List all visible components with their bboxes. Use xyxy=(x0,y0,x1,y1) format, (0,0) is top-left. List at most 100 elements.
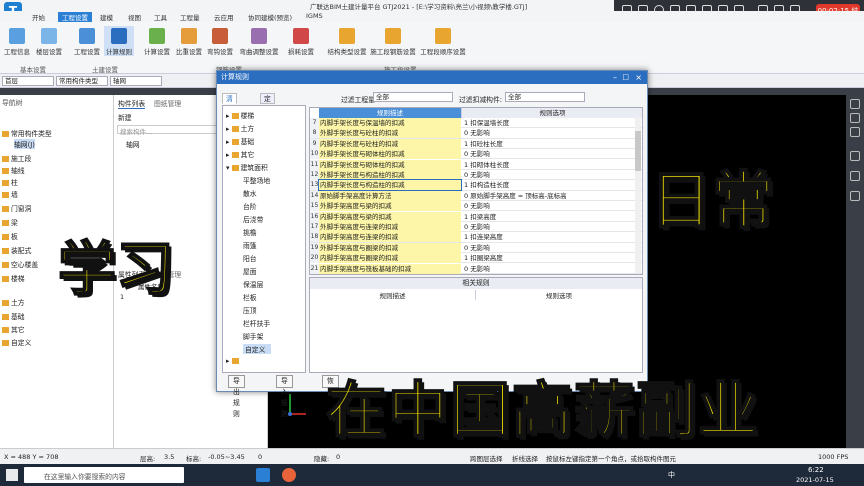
menu-project-settings[interactable]: 工程设置 xyxy=(58,12,92,22)
nav-item[interactable]: 柱 xyxy=(2,177,18,187)
layer-icon[interactable] xyxy=(850,113,860,123)
browser-app-icon[interactable] xyxy=(282,468,296,482)
nav-item[interactable]: 梁 xyxy=(2,217,18,227)
clock-date[interactable]: 2021-07-15 xyxy=(796,476,834,484)
nav-item[interactable]: 装配式 xyxy=(2,245,31,255)
close-icon[interactable]: × xyxy=(635,71,642,84)
rule-description-cell[interactable]: 内脚手架长度与砼柱的扣减 xyxy=(319,138,461,149)
rule-description-cell[interactable]: 外脚手架高度与圈梁的扣减 xyxy=(319,242,461,253)
rule-option-cell[interactable]: 0 无影响 xyxy=(462,243,632,253)
rule-option-cell[interactable]: 0 无影响 xyxy=(462,222,632,232)
rule-option-cell[interactable]: 1 扣连梁高度 xyxy=(462,232,632,242)
rule-option-cell[interactable]: 0 无影响 xyxy=(462,201,632,211)
tree-item[interactable]: 后浇带 xyxy=(243,214,263,224)
tree-item[interactable]: 保温层 xyxy=(243,279,263,289)
cross-layer-select-button[interactable]: 跨图层选择 xyxy=(470,453,503,463)
menu-start[interactable]: 开始 xyxy=(32,12,45,22)
import-rules-button[interactable]: 导入规则 xyxy=(276,375,293,418)
project-info-button[interactable]: 工程信息 xyxy=(2,26,32,56)
density-settings-button[interactable]: 比重设置 xyxy=(174,26,204,56)
rule-description-cell[interactable]: 内脚手架长度与构造柱的扣减 xyxy=(318,179,462,192)
menu-igms[interactable]: IGMS xyxy=(306,12,323,20)
tree-item[interactable]: ▸ 楼梯 xyxy=(226,110,254,120)
rule-option-cell[interactable]: 0 无影响 xyxy=(462,170,632,180)
tree-item[interactable]: 栏板 xyxy=(243,292,257,302)
rule-description-cell[interactable]: 内脚手架高度与连梁的扣减 xyxy=(319,232,461,243)
tree-item[interactable]: ▸ xyxy=(226,357,241,365)
ime-indicator[interactable]: 中 xyxy=(668,470,675,480)
tree-item[interactable]: 雨篷 xyxy=(243,240,257,250)
segment-order-button[interactable]: 工程段顺序设置 xyxy=(418,26,468,56)
nav-item[interactable]: 轴线 xyxy=(2,165,25,175)
scroll-thumb[interactable] xyxy=(635,131,641,171)
rule-description-cell[interactable]: 外脚手架长度与构造柱的扣减 xyxy=(319,170,461,180)
rule-description-cell[interactable]: 内脚手架长度与保温墙的扣减 xyxy=(319,118,461,128)
rule-row[interactable]: 9 内脚手架长度与砼柱的扣减 1 扣砼柱长度 xyxy=(310,138,642,149)
floor-select[interactable]: 首层 xyxy=(2,76,54,86)
rule-row[interactable]: 13 内脚手架长度与构造柱的扣减 1 扣构造柱长度 xyxy=(310,179,642,192)
col-header-desc[interactable]: 规则描述 xyxy=(319,108,462,118)
tree-item[interactable]: 压顶 xyxy=(243,305,257,315)
export-rules-button[interactable]: 导出规则 xyxy=(228,375,245,418)
rule-row[interactable]: 7 内脚手架长度与保温墙的扣减 1 扣保温墙长度 xyxy=(310,118,642,129)
rule-option-cell[interactable]: 0 无影响 xyxy=(462,128,632,138)
rule-option-cell[interactable]: 1 扣构造柱长度 xyxy=(462,180,632,190)
menu-collab[interactable]: 协同建模(预览) xyxy=(248,12,292,22)
hook-settings-button[interactable]: 弯钩设置 xyxy=(205,26,235,56)
rule-option-cell[interactable]: 0 无影响 xyxy=(462,264,632,274)
rule-description-cell[interactable]: 内脚手架长度与砌体柱的扣减 xyxy=(319,159,461,170)
menu-cloud[interactable]: 云应用 xyxy=(214,12,234,22)
project-settings-button[interactable]: 工程设置 xyxy=(72,26,102,56)
nav-item[interactable]: 自定义 xyxy=(2,337,31,347)
rules-scrollbar[interactable] xyxy=(635,117,641,273)
rule-option-cell[interactable]: 1 扣砼柱长度 xyxy=(462,139,632,149)
tree-item[interactable]: 脚手架 xyxy=(243,331,263,341)
rule-description-cell[interactable]: 内脚手架高度与梁的扣减 xyxy=(319,211,461,222)
rule-row[interactable]: 20 内脚手架高度与圈梁的扣减 1 扣圈梁高度 xyxy=(310,253,642,264)
nav-item[interactable]: 土方 xyxy=(2,297,25,307)
rule-description-cell[interactable]: 外脚手架高度与连梁的扣减 xyxy=(319,222,461,232)
rule-description-cell[interactable]: 内脚手架高度与筏板基础的扣减 xyxy=(319,263,461,274)
rule-description-cell[interactable]: 外脚手架长度与砌体柱的扣减 xyxy=(319,149,461,160)
clock-time[interactable]: 6:22 xyxy=(808,466,824,474)
menu-view[interactable]: 视图 xyxy=(128,12,141,22)
rule-row[interactable]: 14 原始脚手架高度计算方法 0 原始脚手架高度 = 顶标高-底标高 xyxy=(310,190,642,201)
nav-item-axis-grid[interactable]: 轴网(J) xyxy=(14,139,35,149)
tree-item[interactable]: 阳台 xyxy=(243,253,257,263)
new-component-button[interactable]: 新建 xyxy=(118,112,132,122)
rule-option-cell[interactable]: 0 无影响 xyxy=(462,149,632,159)
nav-item[interactable]: 其它 xyxy=(2,324,25,334)
type-select[interactable]: 常用构件类型 xyxy=(56,76,108,86)
col-header-option[interactable]: 规则选项 xyxy=(462,108,642,118)
bend-adjust-button[interactable]: 弯曲调整设置 xyxy=(236,26,282,56)
maximize-icon[interactable]: □ xyxy=(622,71,629,84)
tree-item[interactable]: 栏杆扶手 xyxy=(243,318,270,328)
minimize-icon[interactable]: – xyxy=(613,71,617,84)
tree-item-scaffold[interactable]: 自定义 xyxy=(243,344,272,354)
nav-item[interactable]: 墙 xyxy=(2,189,18,199)
menu-modeling[interactable]: 建模 xyxy=(100,12,113,22)
nav-item[interactable]: 常用构件类型 xyxy=(2,128,52,138)
tab-component-list[interactable]: 构件列表 xyxy=(118,98,146,109)
segment-rebar-button[interactable]: 施工段钢筋设置 xyxy=(370,26,416,56)
rule-row[interactable]: 15 外脚手架高度与梁的扣减 0 无影响 xyxy=(310,201,642,212)
rule-option-cell[interactable]: 1 扣保温墙长度 xyxy=(462,118,632,128)
zoom-extents-icon[interactable] xyxy=(850,151,860,161)
nav-item[interactable]: 基础 xyxy=(2,311,25,321)
rule-row[interactable]: 19 外脚手架高度与圈梁的扣减 0 无影响 xyxy=(310,242,642,253)
panel-icon[interactable] xyxy=(850,127,860,137)
nav-item[interactable]: 门窗洞 xyxy=(2,203,31,213)
rule-row[interactable]: 12 外脚手架长度与构造柱的扣减 0 无影响 xyxy=(310,170,642,181)
nav-item[interactable]: 空心楼盖 xyxy=(2,259,38,269)
filter-deduct-select[interactable]: 全部 xyxy=(505,92,585,102)
tree-item[interactable]: 台阶 xyxy=(243,201,257,211)
tree-item[interactable]: 平整场地 xyxy=(243,175,270,185)
rule-row[interactable]: 8 外脚手架长度与砼柱的扣减 0 无影响 xyxy=(310,128,642,139)
rule-option-cell[interactable]: 1 扣梁高度 xyxy=(462,212,632,222)
windows-start-icon[interactable] xyxy=(6,469,18,481)
nav-item[interactable]: 板 xyxy=(2,231,18,241)
taskbar-search-box[interactable]: 在这里输入你要搜索的内容 xyxy=(24,467,184,483)
rule-row[interactable]: 10 外脚手架长度与砌体柱的扣减 0 无影响 xyxy=(310,149,642,160)
polyline-select-button[interactable]: 折线选择 xyxy=(512,453,538,463)
tree-item[interactable]: ▸ 基础 xyxy=(226,136,254,146)
